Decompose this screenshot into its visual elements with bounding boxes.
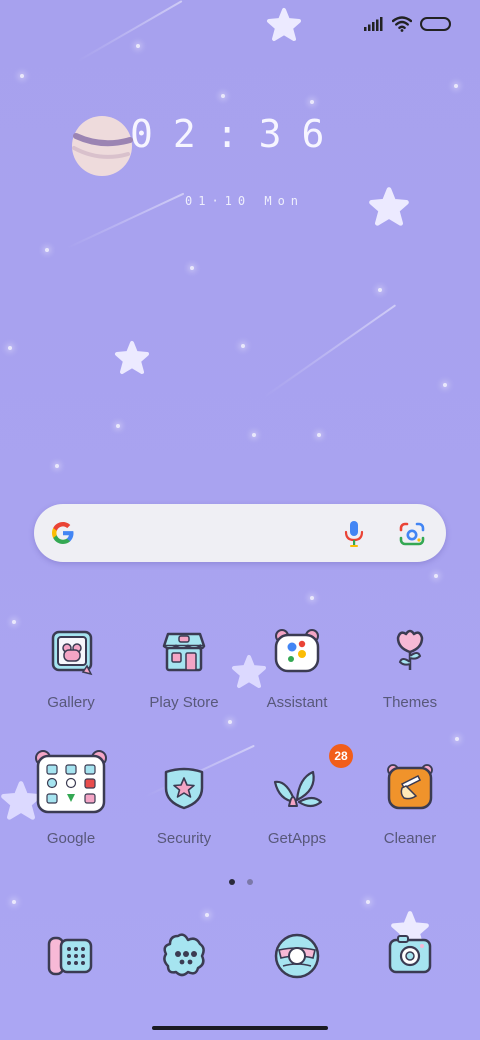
app-label: Google — [46, 830, 96, 847]
sparkle — [310, 596, 314, 600]
gesture-navigation-bar[interactable] — [152, 1026, 328, 1030]
sparkle — [12, 620, 16, 624]
sparkle — [221, 94, 225, 98]
google-lens-icon[interactable] — [398, 520, 426, 548]
gallery-icon — [43, 626, 99, 682]
app-label: Gallery — [47, 694, 95, 711]
page-dot — [247, 879, 253, 885]
sparkle — [434, 574, 438, 578]
star-decoration — [115, 341, 149, 374]
clock-date: 01·10 Mon — [185, 194, 305, 208]
app-getapps[interactable]: 28 GetApps — [242, 744, 353, 847]
battery-icon — [420, 17, 451, 31]
sparkle — [454, 84, 458, 88]
sparkle — [228, 720, 232, 724]
sparkle — [205, 913, 209, 917]
microphone-icon[interactable] — [343, 520, 365, 548]
sparkle — [443, 383, 447, 387]
shooting-star-streak — [263, 304, 397, 398]
assistant-icon — [269, 626, 325, 682]
app-play-store[interactable]: Play Store — [129, 626, 239, 711]
sparkle — [252, 433, 256, 437]
messages-icon[interactable] — [156, 928, 212, 984]
shooting-star-streak — [65, 192, 185, 250]
sparkle — [317, 433, 321, 437]
app-label: Themes — [382, 694, 438, 711]
browser-icon[interactable] — [269, 928, 325, 984]
sparkle — [455, 737, 459, 741]
play-store-icon — [156, 626, 212, 682]
sparkle — [55, 464, 59, 468]
clock-digits: 02:36 — [130, 112, 345, 156]
app-label: GetApps — [267, 830, 327, 847]
google-search-bar[interactable] — [34, 504, 446, 562]
sparkle — [241, 344, 245, 348]
app-cleaner[interactable]: Cleaner — [355, 762, 465, 847]
phone-icon[interactable] — [43, 928, 99, 984]
sparkle — [116, 424, 120, 428]
page-indicator[interactable] — [229, 879, 253, 885]
sparkle — [310, 100, 314, 104]
app-google-folder[interactable]: Google — [16, 750, 126, 847]
app-label: Cleaner — [383, 830, 437, 847]
star-decoration — [369, 187, 409, 226]
status-icons — [364, 16, 452, 32]
google-folder-icon — [35, 750, 107, 818]
app-label: Assistant — [266, 694, 328, 711]
sparkle — [8, 346, 12, 350]
planet-icon — [72, 116, 133, 176]
sparkle — [378, 288, 382, 292]
app-gallery[interactable]: Gallery — [16, 626, 126, 711]
sparkle — [20, 74, 24, 78]
sparkle — [12, 900, 16, 904]
app-label: Security — [156, 830, 212, 847]
security-icon — [156, 762, 212, 818]
clock-time: 02:36 — [130, 112, 370, 168]
app-security[interactable]: Security — [129, 762, 239, 847]
notification-badge: 28 — [329, 744, 353, 768]
camera-icon[interactable] — [382, 928, 438, 984]
sparkle — [366, 900, 370, 904]
sparkle — [45, 248, 49, 252]
themes-icon — [382, 626, 438, 682]
app-themes[interactable]: Themes — [355, 626, 465, 711]
getapps-icon: 28 — [269, 744, 353, 818]
app-assistant[interactable]: Assistant — [242, 626, 352, 711]
status-bar — [0, 0, 480, 56]
google-g-logo — [52, 522, 74, 544]
cellular-signal-icon — [364, 17, 383, 31]
wifi-icon — [392, 16, 412, 32]
page-dot-active — [229, 879, 235, 885]
app-label: Play Store — [149, 694, 219, 711]
sparkle — [190, 266, 194, 270]
cleaner-icon — [382, 762, 438, 818]
